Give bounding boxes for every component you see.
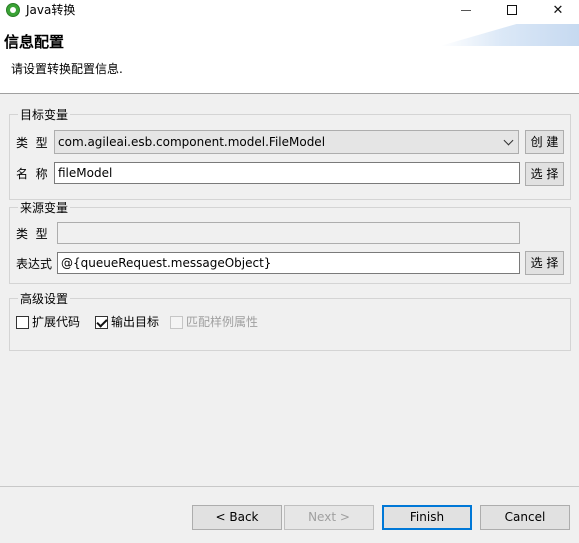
create-button[interactable]: 创 建 xyxy=(525,130,564,154)
match-sample-attributes-checkbox: 匹配样例属性 xyxy=(170,314,258,330)
target-variable-group: 目标变量 类 型 com.agileai.esb.component.model… xyxy=(9,107,571,200)
maximize-button[interactable] xyxy=(489,0,535,20)
maximize-icon xyxy=(507,5,517,15)
close-button[interactable]: ✕ xyxy=(535,0,579,20)
page-description: 请设置转换配置信息. xyxy=(11,62,123,76)
match-sample-attributes-label: 匹配样例属性 xyxy=(186,315,259,329)
title-bar: Java转换 ✕ xyxy=(0,0,579,20)
wizard-header: 信息配置 请设置转换配置信息. xyxy=(0,20,579,94)
advanced-settings-label: 高级设置 xyxy=(18,291,71,307)
target-variable-label: 目标变量 xyxy=(18,107,71,123)
checkbox-checked-box xyxy=(95,315,108,329)
source-select-button[interactable]: 选 择 xyxy=(525,251,564,275)
app-icon xyxy=(6,3,20,17)
source-type-label: 类 型 xyxy=(16,227,48,241)
target-select-button[interactable]: 选 择 xyxy=(525,162,564,186)
target-name-input[interactable]: fileModel xyxy=(54,162,520,184)
output-target-checkbox[interactable]: 输出目标 xyxy=(95,314,159,330)
back-button[interactable]: < Back xyxy=(192,505,282,530)
window-title: Java转换 xyxy=(26,3,76,17)
source-variable-label: 来源变量 xyxy=(18,200,71,216)
minimize-button[interactable] xyxy=(443,0,489,20)
target-type-value: com.agileai.esb.component.model.FileMode… xyxy=(58,135,326,149)
footer-separator xyxy=(0,486,579,487)
source-expression-label: 表达式 xyxy=(16,257,53,271)
target-name-label: 名 称 xyxy=(16,167,48,181)
header-banner-graphic xyxy=(440,24,579,46)
advanced-settings-group: 高级设置 扩展代码 输出目标 匹配样例属性 xyxy=(9,291,571,351)
checkbox-box-disabled xyxy=(170,315,183,329)
chevron-down-icon xyxy=(503,135,514,146)
source-variable-group: 来源变量 类 型 表达式 @{queueRequest.messageObjec… xyxy=(9,200,571,284)
source-type-input[interactable] xyxy=(57,222,520,244)
source-expression-input[interactable]: @{queueRequest.messageObject} xyxy=(57,252,520,274)
cancel-button[interactable]: Cancel xyxy=(480,505,570,530)
page-title: 信息配置 xyxy=(4,33,65,51)
extend-code-label: 扩展代码 xyxy=(32,315,81,329)
next-button[interactable]: Next > xyxy=(284,505,374,530)
output-target-label: 输出目标 xyxy=(111,315,160,329)
target-type-combo[interactable]: com.agileai.esb.component.model.FileMode… xyxy=(54,130,519,154)
checkbox-box xyxy=(16,315,29,329)
target-type-label: 类 型 xyxy=(16,136,48,150)
minimize-icon xyxy=(461,9,471,11)
finish-button[interactable]: Finish xyxy=(382,505,472,530)
extend-code-checkbox[interactable]: 扩展代码 xyxy=(16,314,80,330)
close-icon: ✕ xyxy=(552,2,564,18)
